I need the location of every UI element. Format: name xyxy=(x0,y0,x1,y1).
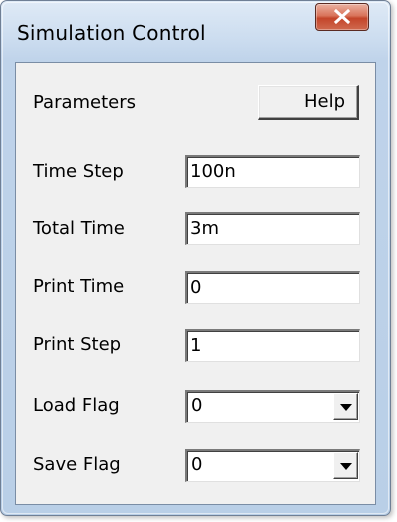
total-time-input[interactable] xyxy=(187,214,350,242)
load-flag-dropdown-button[interactable] xyxy=(333,393,358,420)
time-step-input[interactable] xyxy=(187,157,350,185)
print-time-label: Print Time xyxy=(33,276,125,297)
save-flag-select[interactable]: 0 xyxy=(185,449,360,482)
simulation-control-window: Simulation Control xyxy=(0,0,391,516)
close-icon xyxy=(333,9,351,24)
chevron-down-icon xyxy=(340,404,352,411)
save-flag-value: 0 xyxy=(191,454,203,475)
chevron-down-icon xyxy=(340,463,352,470)
print-step-input[interactable] xyxy=(187,331,350,359)
window-title: Simulation Control xyxy=(17,21,206,45)
save-flag-dropdown-button[interactable] xyxy=(333,452,358,479)
load-flag-select[interactable]: 0 xyxy=(185,390,360,423)
load-flag-label: Load Flag xyxy=(33,395,120,416)
parameters-label: Parameters xyxy=(33,92,137,113)
total-time-label: Total Time xyxy=(33,218,125,239)
load-flag-value: 0 xyxy=(191,395,203,416)
total-time-field[interactable] xyxy=(185,212,360,245)
close-button[interactable] xyxy=(315,3,369,31)
print-step-label: Print Step xyxy=(33,334,122,355)
time-step-field[interactable] xyxy=(185,155,360,188)
print-time-field[interactable] xyxy=(185,271,360,304)
print-time-input[interactable] xyxy=(187,273,350,301)
print-step-field[interactable] xyxy=(185,329,360,362)
time-step-label: Time Step xyxy=(33,161,124,182)
save-flag-label: Save Flag xyxy=(33,454,121,475)
help-button[interactable]: Help xyxy=(258,85,359,120)
